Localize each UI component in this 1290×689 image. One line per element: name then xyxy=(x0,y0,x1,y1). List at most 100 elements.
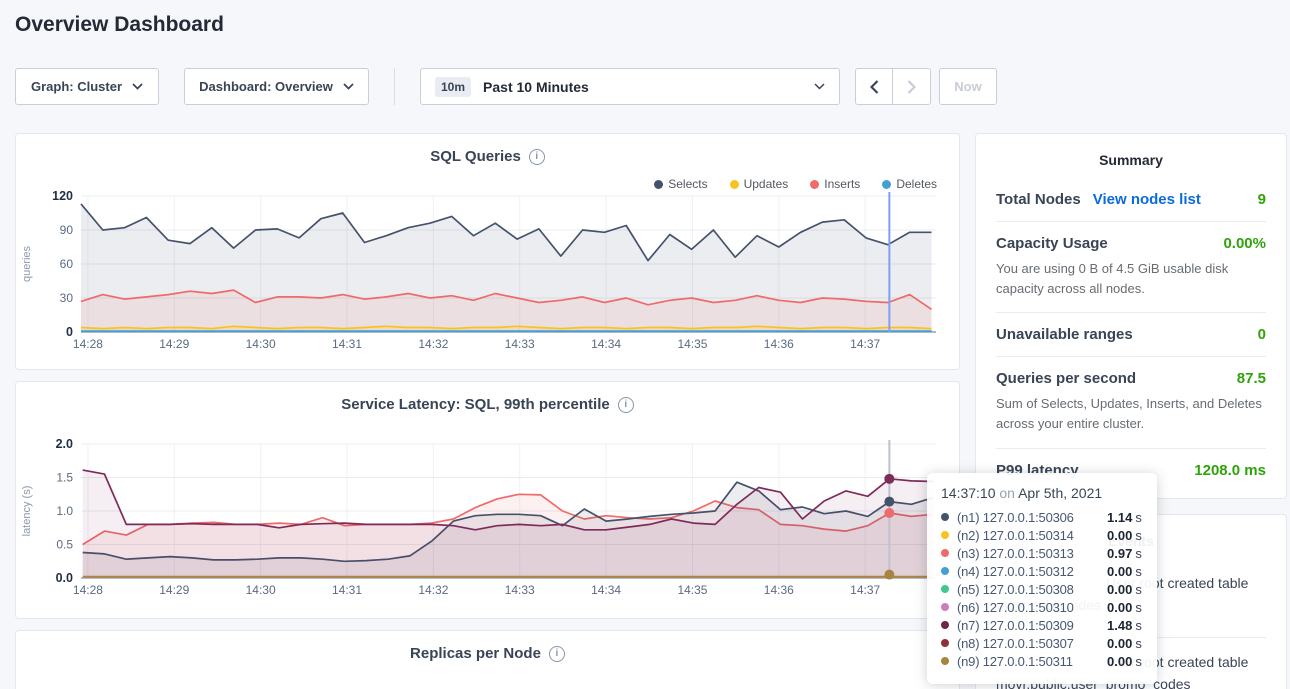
chevron-down-icon xyxy=(343,83,354,90)
time-range-selector[interactable]: 10m Past 10 Minutes xyxy=(420,68,840,105)
controls-bar: Graph: Cluster Dashboard: Overview 10m P… xyxy=(15,68,997,105)
svg-text:14:35: 14:35 xyxy=(677,583,707,597)
chevron-left-icon xyxy=(870,80,879,94)
svg-text:14:31: 14:31 xyxy=(332,337,362,351)
svg-text:60: 60 xyxy=(60,257,74,271)
capacity-usage-desc: You are using 0 B of 4.5 GiB usable disk… xyxy=(996,259,1266,299)
charts-column: SQL Queries SelectsUpdatesInsertsDeletes… xyxy=(15,133,960,689)
p99-latency-value: 1208.0 ms xyxy=(1194,462,1266,479)
qps-value: 87.5 xyxy=(1237,370,1266,387)
tooltip-node-row: (n1) 127.0.0.1:503061.14s xyxy=(941,508,1143,526)
svg-text:14:36: 14:36 xyxy=(764,583,794,597)
svg-text:30: 30 xyxy=(60,291,74,305)
svg-text:14:37: 14:37 xyxy=(850,583,880,597)
chevron-down-icon xyxy=(132,83,143,90)
summary-row-total-nodes: Total Nodes View nodes list 9 xyxy=(996,178,1266,221)
graph-dropdown[interactable]: Graph: Cluster xyxy=(15,68,159,105)
service-latency-title: Service Latency: SQL, 99th percentile xyxy=(341,396,609,413)
node-color-dot-icon xyxy=(941,621,949,629)
info-icon[interactable] xyxy=(529,149,545,165)
tooltip-rows: (n1) 127.0.0.1:503061.14s(n2) 127.0.0.1:… xyxy=(941,508,1143,670)
node-color-dot-icon xyxy=(941,549,949,557)
svg-text:14:31: 14:31 xyxy=(332,583,362,597)
node-color-dot-icon xyxy=(941,513,949,521)
chevron-down-icon xyxy=(814,83,825,90)
svg-text:14:37: 14:37 xyxy=(850,337,880,351)
summary-title: Summary xyxy=(996,134,1266,178)
svg-text:14:35: 14:35 xyxy=(677,337,707,351)
svg-text:14:34: 14:34 xyxy=(591,583,621,597)
svg-text:14:32: 14:32 xyxy=(418,583,448,597)
qps-label: Queries per second xyxy=(996,370,1136,387)
replicas-per-node-title: Replicas per Node xyxy=(410,645,541,662)
service-latency-panel: Service Latency: SQL, 99th percentile 0.… xyxy=(15,381,960,619)
svg-text:queries: queries xyxy=(21,245,33,282)
summary-row-capacity: Capacity Usage 0.00% You are using 0 B o… xyxy=(996,221,1266,312)
time-prev-button[interactable] xyxy=(855,68,893,105)
dashboard-dropdown[interactable]: Dashboard: Overview xyxy=(184,68,369,105)
node-color-dot-icon xyxy=(941,567,949,575)
tooltip-timestamp: 14:37:10 on Apr 5th, 2021 xyxy=(941,485,1143,501)
view-nodes-link[interactable]: View nodes list xyxy=(1093,191,1201,208)
time-nav-group xyxy=(855,68,931,105)
time-range-badge: 10m xyxy=(435,77,471,97)
time-next-button[interactable] xyxy=(893,68,931,105)
now-button[interactable]: Now xyxy=(939,68,997,105)
dashboard-dropdown-label: Dashboard: Overview xyxy=(199,79,333,94)
node-color-dot-icon xyxy=(941,585,949,593)
node-color-dot-icon xyxy=(941,639,949,647)
svg-text:0.5: 0.5 xyxy=(56,538,73,552)
summary-row-unavailable: Unavailable ranges 0 xyxy=(996,312,1266,356)
tooltip-node-row: (n8) 127.0.0.1:503070.00s xyxy=(941,634,1143,652)
summary-panel: Summary Total Nodes View nodes list 9 Ca… xyxy=(975,133,1287,499)
unavailable-ranges-label: Unavailable ranges xyxy=(996,326,1133,343)
tooltip-node-row: (n5) 127.0.0.1:503080.00s xyxy=(941,580,1143,598)
node-color-dot-icon xyxy=(941,657,949,665)
info-icon[interactable] xyxy=(549,646,565,662)
total-nodes-label: Total Nodes xyxy=(996,191,1081,208)
svg-text:1.5: 1.5 xyxy=(56,471,73,485)
tooltip-node-row: (n3) 127.0.0.1:503130.97s xyxy=(941,544,1143,562)
tooltip-node-row: (n6) 127.0.0.1:503100.00s xyxy=(941,598,1143,616)
tooltip-node-row: (n2) 127.0.0.1:503140.00s xyxy=(941,526,1143,544)
svg-text:14:30: 14:30 xyxy=(246,583,276,597)
chevron-right-icon xyxy=(907,80,916,94)
chart-tooltip: 14:37:10 on Apr 5th, 2021 (n1) 127.0.0.1… xyxy=(927,473,1157,684)
qps-desc: Sum of Selects, Updates, Inserts, and De… xyxy=(996,394,1266,434)
capacity-usage-label: Capacity Usage xyxy=(996,235,1108,252)
svg-text:14:28: 14:28 xyxy=(73,337,103,351)
svg-text:14:29: 14:29 xyxy=(159,337,189,351)
sql-queries-chart[interactable]: 030609012014:2814:2914:3014:3114:3214:33… xyxy=(16,184,959,356)
svg-text:90: 90 xyxy=(60,223,74,237)
sql-queries-title: SQL Queries xyxy=(430,148,521,165)
svg-text:0.0: 0.0 xyxy=(56,571,73,585)
svg-text:14:33: 14:33 xyxy=(505,583,535,597)
summary-row-qps: Queries per second 87.5 Sum of Selects, … xyxy=(996,356,1266,447)
info-icon[interactable] xyxy=(618,397,634,413)
tooltip-node-row: (n4) 127.0.0.1:503120.00s xyxy=(941,562,1143,580)
page-title: Overview Dashboard xyxy=(15,13,224,37)
svg-text:2.0: 2.0 xyxy=(56,437,73,451)
svg-text:14:29: 14:29 xyxy=(159,583,189,597)
tooltip-node-row: (n9) 127.0.0.1:503110.00s xyxy=(941,652,1143,670)
total-nodes-value: 9 xyxy=(1258,191,1266,208)
svg-text:latency (s): latency (s) xyxy=(21,486,33,537)
svg-text:14:32: 14:32 xyxy=(418,337,448,351)
overview-dashboard-page: Overview Dashboard Graph: Cluster Dashbo… xyxy=(0,0,1290,689)
capacity-usage-value: 0.00% xyxy=(1223,235,1266,252)
node-color-dot-icon xyxy=(941,603,949,611)
unavailable-ranges-value: 0 xyxy=(1258,326,1266,343)
node-color-dot-icon xyxy=(941,531,949,539)
graph-dropdown-label: Graph: Cluster xyxy=(31,79,122,94)
svg-text:14:34: 14:34 xyxy=(591,337,621,351)
tooltip-node-row: (n7) 127.0.0.1:503091.48s xyxy=(941,616,1143,634)
svg-text:14:30: 14:30 xyxy=(246,337,276,351)
svg-text:14:36: 14:36 xyxy=(764,337,794,351)
svg-text:120: 120 xyxy=(52,189,73,203)
replicas-per-node-panel: Replicas per Node xyxy=(15,630,960,689)
svg-text:14:33: 14:33 xyxy=(505,337,535,351)
time-range-label: Past 10 Minutes xyxy=(483,79,589,95)
service-latency-chart[interactable]: 0.00.51.01.52.014:2814:2914:3014:3114:32… xyxy=(16,432,959,604)
sql-queries-panel: SQL Queries SelectsUpdatesInsertsDeletes… xyxy=(15,133,960,370)
svg-text:14:28: 14:28 xyxy=(73,583,103,597)
